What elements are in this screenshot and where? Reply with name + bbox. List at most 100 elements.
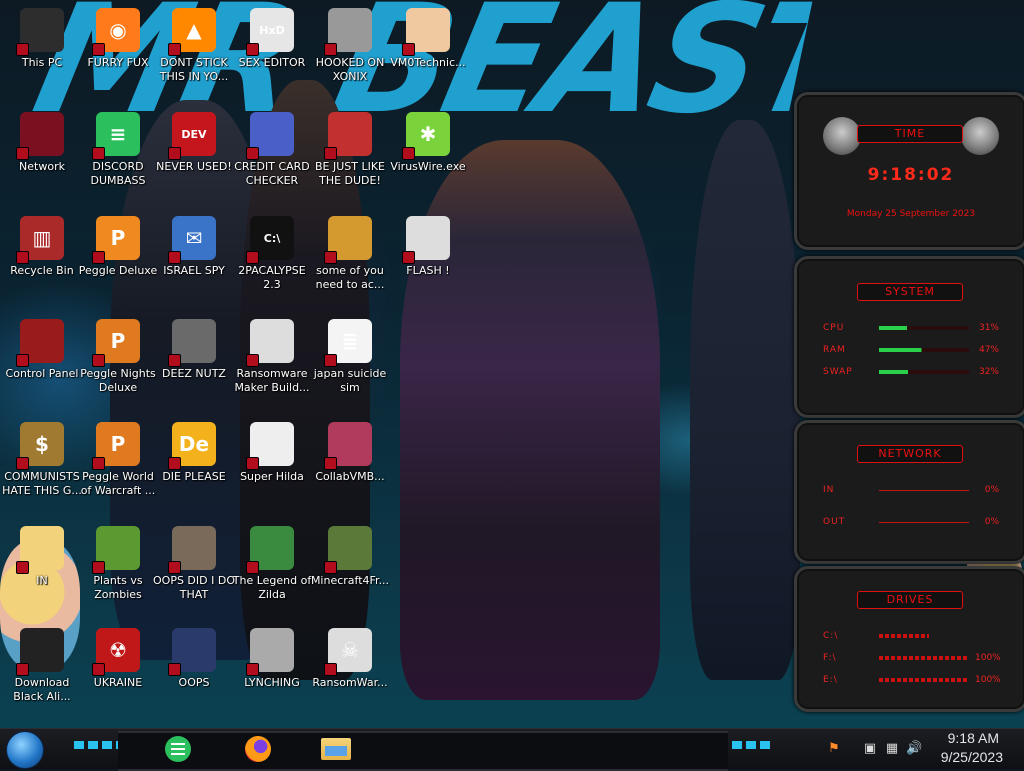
shortcut-overlay-icon [246, 354, 259, 367]
windows-stack-icon [168, 319, 216, 367]
desktop-icon[interactable]: some of you need to ac... [308, 210, 392, 310]
shortcut-overlay-icon [168, 251, 181, 264]
drive-f-label: F:\ [823, 653, 837, 663]
network-in-graph [879, 489, 969, 491]
pvz-icon [92, 526, 140, 574]
desktop-icon[interactable]: P Peggle World of Warcraft ... [76, 416, 160, 516]
minecraft-icon [324, 526, 372, 574]
desktop-icon[interactable]: C:\ 2PACALYPSE 2.3 [230, 210, 314, 310]
desktop-icon-label: DEEZ NUTZ [162, 367, 226, 380]
taskbar-decor-right [732, 741, 772, 749]
desktop-icon[interactable]: This PC [0, 2, 84, 102]
time-widget-title: TIME [857, 125, 963, 143]
start-button[interactable] [6, 731, 44, 769]
ram-bar [879, 348, 969, 352]
desktop-icon-label: DONT STICK THIS IN YO... [159, 56, 229, 83]
tray-network-icon[interactable]: ▦ [884, 741, 900, 757]
cpu-value: 31% [978, 323, 999, 333]
desktop-icon[interactable]: ✉ ISRAEL SPY [152, 210, 236, 310]
desktop-icon[interactable]: De DIE PLEASE [152, 416, 236, 516]
network-icon [16, 112, 64, 160]
tray-volume-icon[interactable]: 🔊 [906, 741, 922, 757]
shortcut-overlay-icon [246, 251, 259, 264]
drive-c-bar [879, 634, 929, 638]
money-bag-icon: $ [16, 422, 64, 470]
alien-logo-icon [823, 117, 861, 155]
shortcut-overlay-icon [324, 663, 337, 676]
desktop-icon[interactable]: ≣ japan suicide sim [308, 313, 392, 413]
network-out-label: OUT [823, 517, 846, 527]
desktop-icon-label: LYNCHING [244, 676, 300, 689]
desktop-icon-label: japan suicide sim [313, 367, 387, 394]
desktop-icon[interactable]: DEEZ NUTZ [152, 313, 236, 413]
desktop-icon[interactable]: $ COMMUNISTS HATE THIS G... [0, 416, 84, 516]
shortcut-overlay-icon [16, 43, 29, 56]
drive-e-value: 100% [975, 675, 1001, 685]
shortcut-overlay-icon [402, 43, 415, 56]
discord-icon [165, 736, 191, 762]
desktop-icon[interactable]: ☠ RansomWar... [308, 622, 392, 722]
desktop-icon[interactable]: Ransomware Maker Build... [230, 313, 314, 413]
wallpaper-figure-right [690, 120, 800, 680]
terminal-icon: C:\ [246, 216, 294, 264]
desktop-icon[interactable]: BE JUST LIKE THE DUDE! [308, 106, 392, 206]
desktop-icon[interactable]: Minecraft4Fr... [308, 520, 392, 620]
desktop-icon[interactable]: ✱ VirusWire.exe [386, 106, 470, 206]
desktop-icon[interactable]: OOPS DID I DO THAT [152, 520, 236, 620]
drive-c-label: C:\ [823, 631, 839, 641]
desktop-icon[interactable]: OOPS [152, 622, 236, 722]
desktop-icon[interactable]: DEV NEVER USED! [152, 106, 236, 206]
desktop-icon[interactable]: The Legend of Zilda [230, 520, 314, 620]
desktop-icon[interactable]: ☢ UKRAINE [76, 622, 160, 722]
control-panel-icon [16, 319, 64, 367]
desktop-icon[interactable]: P Peggle Deluxe [76, 210, 160, 310]
network-out-graph [879, 521, 969, 523]
desktop-icon-label: OOPS [178, 676, 210, 689]
alien-logo-icon [961, 117, 999, 155]
desktop-icon[interactable]: ◉ FURRY FUX [76, 2, 160, 102]
taskbar-firefox[interactable] [238, 732, 278, 766]
desktop-icon-label: Control Panel [5, 367, 79, 380]
network-out-value: 0% [984, 517, 999, 527]
drives-widget: DRIVES C:\ F:\ 100% E:\ 100% [794, 566, 1024, 712]
desktop-icon[interactable]: LYNCHING [230, 622, 314, 722]
desktop-icon[interactable]: VM0Technic... [386, 2, 470, 102]
taskbar-clock-time[interactable]: 9:18 AM [948, 730, 999, 746]
lime-icon: ✱ [402, 112, 450, 160]
desktop-icon[interactable]: IN [0, 520, 84, 620]
peggle-icon: P [92, 216, 140, 264]
desktop-icon[interactable]: Plants vs Zombies [76, 520, 160, 620]
tray-flag-icon[interactable]: ⚑ [826, 741, 842, 757]
drive-f-row: F:\ 100% [823, 651, 1001, 665]
desktop-icon[interactable]: CollabVMB... [308, 416, 392, 516]
system-widget: SYSTEM CPU 31% RAM 47% SWAP 32% [794, 256, 1024, 418]
peggle-nights-icon: P [92, 319, 140, 367]
drive-e-label: E:\ [823, 675, 838, 685]
desktop-icon[interactable]: ▥ Recycle Bin [0, 210, 84, 310]
desktop-icon[interactable]: Control Panel [0, 313, 84, 413]
desktop-icon[interactable]: Download Black Ali... [0, 622, 84, 722]
taskbar-clock-date[interactable]: 9/25/2023 [941, 749, 1003, 765]
shortcut-overlay-icon [16, 251, 29, 264]
shortcut-overlay-icon [246, 147, 259, 160]
taskbar-discord[interactable] [158, 732, 198, 766]
desktop-icon[interactable]: ▲ DONT STICK THIS IN YO... [152, 2, 236, 102]
desktop-icon-label: OOPS DID I DO THAT [153, 574, 235, 601]
desktop-icon-label: SEX EDITOR [238, 56, 306, 69]
ram-label: RAM [823, 345, 846, 355]
desktop-icon[interactable]: Super Hilda [230, 416, 314, 516]
taskbar-file-explorer[interactable] [316, 732, 356, 766]
de-icon: De [168, 422, 216, 470]
tray-action-center-icon[interactable]: ▣ [862, 741, 878, 757]
oops-icon [168, 628, 216, 676]
xonix-icon [324, 8, 372, 56]
desktop-icon[interactable]: CREDIT CARD CHECKER [230, 106, 314, 206]
desktop-icon[interactable]: ≡ DISCORD DUMBASS [76, 106, 160, 206]
desktop-icon[interactable]: Network [0, 106, 84, 206]
desktop-icon[interactable]: HxD SEX EDITOR [230, 2, 314, 102]
folder-icon [321, 738, 351, 760]
desktop-icon[interactable]: HOOKED ON XONIX [308, 2, 392, 102]
desktop-icon[interactable]: FLASH ! [386, 210, 470, 310]
desktop-icon[interactable]: P Peggle Nights Deluxe [76, 313, 160, 413]
desktop-icon-label: CollabVMB... [315, 470, 385, 483]
